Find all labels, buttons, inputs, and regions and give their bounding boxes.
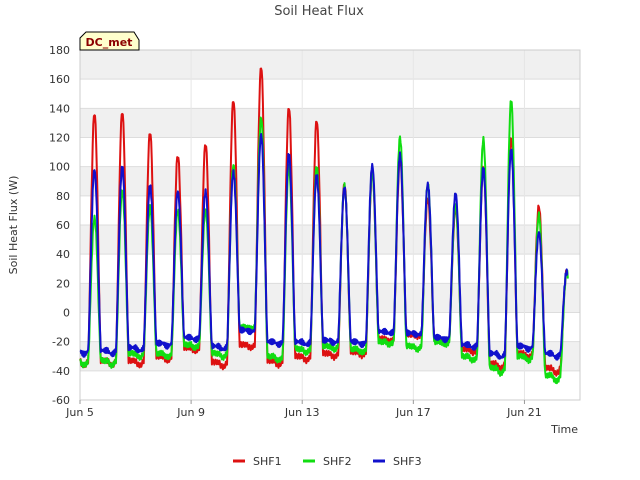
y-tick-label: 0 xyxy=(63,307,70,320)
chart: Soil Heat Flux -60-40-200204060801001201… xyxy=(7,4,581,468)
y-tick-label: 60 xyxy=(56,219,70,232)
x-axis-label: Time xyxy=(550,423,578,436)
y-tick-label: 20 xyxy=(56,277,70,290)
y-tick-label: 140 xyxy=(49,102,70,115)
y-tick-label: 180 xyxy=(49,44,70,57)
y-tick-label: 100 xyxy=(49,161,70,174)
legend-label-shf3: SHF3 xyxy=(393,455,422,468)
y-axis-label: Soil Heat Flux (W) xyxy=(7,176,20,275)
y-tick-label: -20 xyxy=(52,336,70,349)
y-tick-label: -40 xyxy=(52,365,70,378)
station-badge: DC_met xyxy=(79,31,140,51)
y-tick-label: 40 xyxy=(56,248,70,261)
y-tick-label: 160 xyxy=(49,73,70,86)
badge-label: DC_met xyxy=(86,36,133,49)
y-axis: -60-40-20020406080100120140160180 xyxy=(49,44,70,407)
background-band xyxy=(80,108,580,138)
legend-label-shf2: SHF2 xyxy=(323,455,352,468)
x-axis: Jun 5 Jun 9 Jun 13 Jun 17 Jun 21 xyxy=(65,400,542,419)
background-band xyxy=(80,225,580,255)
x-tick-label: Jun 13 xyxy=(284,406,320,419)
legend: SHF1 SHF2 SHF3 xyxy=(233,455,422,468)
x-tick-label: Jun 17 xyxy=(395,406,431,419)
background-band xyxy=(80,50,580,80)
x-tick-label: Jun 21 xyxy=(506,406,542,419)
x-tick-label: Jun 9 xyxy=(176,406,205,419)
background-band xyxy=(80,166,580,196)
legend-label-shf1: SHF1 xyxy=(253,455,282,468)
x-tick-label: Jun 5 xyxy=(65,406,94,419)
y-tick-label: 120 xyxy=(49,132,70,145)
chart-title: Soil Heat Flux xyxy=(274,4,364,19)
y-tick-label: 80 xyxy=(56,190,70,203)
